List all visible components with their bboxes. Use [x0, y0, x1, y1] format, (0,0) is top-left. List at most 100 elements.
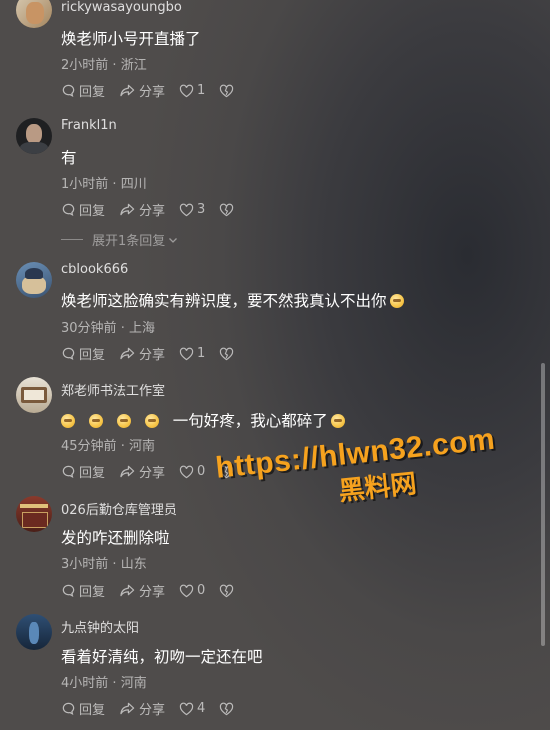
comment-time: 1小时前 [61, 177, 109, 192]
comment-time: 45分钟前 [61, 439, 117, 454]
share-button[interactable]: 分享 [119, 200, 165, 219]
comment-text: 有 [61, 149, 77, 167]
reply-icon [62, 584, 75, 598]
username[interactable]: Frankl1n [61, 118, 117, 133]
comment-location: 四川 [120, 177, 147, 192]
comment-location: 山东 [120, 557, 147, 572]
meta-separator: · [112, 676, 117, 691]
comment-time: 3小时前 [61, 557, 109, 572]
avatar[interactable] [16, 377, 52, 413]
reply-label: 回复 [79, 85, 106, 100]
like-count: 0 [197, 583, 206, 598]
heart-icon [179, 203, 194, 216]
meta-separator: · [120, 321, 125, 336]
username[interactable]: 九点钟的太阳 [61, 617, 139, 636]
comment-meta: 45分钟前 · 河南 [61, 435, 155, 454]
avatar[interactable] [16, 496, 52, 532]
share-button[interactable]: 分享 [119, 462, 165, 481]
reply-button[interactable]: 回复 [61, 200, 105, 219]
comment-text-content: 焕老师这脸确实有辨识度，要不然我真认不出你 [61, 292, 387, 310]
share-label: 分享 [139, 85, 166, 100]
reply-button[interactable]: 回复 [61, 81, 105, 100]
avatar[interactable] [16, 0, 52, 28]
comment-actions: 回复 分享 3 [61, 200, 251, 219]
scrollbar[interactable] [541, 363, 545, 646]
username[interactable]: 026后勤仓库管理员 [61, 499, 177, 518]
heart-icon [179, 584, 194, 597]
share-label: 分享 [139, 204, 166, 219]
meta-separator: · [112, 177, 117, 192]
like-button[interactable]: 1 [179, 83, 205, 98]
comment-text: 看着好清纯，初吻一定还在吧 [61, 648, 263, 666]
reply-label: 回复 [79, 204, 106, 219]
heart-icon [179, 702, 194, 715]
like-count: 3 [197, 202, 206, 217]
broken-heart-icon [220, 584, 234, 597]
dislike-button[interactable] [219, 702, 237, 716]
reply-button[interactable]: 回复 [61, 581, 105, 600]
heart-icon [179, 465, 194, 478]
reply-icon [62, 465, 75, 479]
comment-meta: 2小时前 · 浙江 [61, 54, 147, 73]
expand-replies-button[interactable]: 展开1条回复 [61, 230, 179, 249]
heart-icon [179, 347, 194, 360]
share-button[interactable]: 分享 [119, 581, 165, 600]
share-icon [120, 465, 135, 478]
crying-emoji-icon [330, 414, 345, 428]
share-label: 分享 [139, 703, 166, 718]
heart-icon [179, 84, 194, 97]
reply-label: 回复 [79, 585, 106, 600]
comment-time: 4小时前 [61, 676, 109, 691]
like-button[interactable]: 0 [179, 583, 205, 598]
like-count: 1 [197, 83, 206, 98]
comment-location: 河南 [120, 676, 147, 691]
broken-heart-icon [220, 347, 234, 360]
share-icon [120, 84, 135, 97]
pleading-emoji-icon [88, 414, 103, 428]
like-button[interactable]: 4 [179, 701, 205, 716]
meta-separator: · [112, 557, 117, 572]
reply-button[interactable]: 回复 [61, 344, 105, 363]
share-button[interactable]: 分享 [119, 81, 165, 100]
share-icon [120, 584, 135, 597]
reply-label: 回复 [79, 348, 106, 363]
chevron-down-icon [169, 237, 178, 243]
reply-icon [62, 84, 75, 98]
pleading-emoji-icon [144, 414, 159, 428]
username[interactable]: cblook666 [61, 262, 128, 277]
avatar[interactable] [16, 614, 52, 650]
share-icon [120, 702, 135, 715]
dislike-button[interactable] [219, 84, 237, 98]
comment-time: 30分钟前 [61, 321, 117, 336]
comment-meta: 1小时前 · 四川 [61, 173, 147, 192]
smile-emoji-icon [389, 294, 404, 308]
like-button[interactable]: 0 [179, 464, 205, 479]
comment-location: 河南 [128, 439, 155, 454]
username[interactable]: rickywasayoungbo [61, 0, 182, 15]
reply-button[interactable]: 回复 [61, 462, 105, 481]
share-button[interactable]: 分享 [119, 344, 165, 363]
reply-icon [62, 203, 75, 217]
comment-text-content: 一句好疼，我心都碎了 [172, 412, 328, 430]
like-count: 1 [197, 346, 206, 361]
share-button[interactable]: 分享 [119, 699, 165, 718]
like-button[interactable]: 1 [179, 346, 205, 361]
comment-location: 浙江 [120, 58, 147, 73]
comment-text: 发的咋还删除啦 [61, 529, 170, 547]
comment-meta: 3小时前 · 山东 [61, 553, 147, 572]
avatar[interactable] [16, 118, 52, 154]
expand-replies-label: 展开1条回复 [92, 234, 166, 249]
avatar[interactable] [16, 262, 52, 298]
broken-heart-icon [220, 203, 234, 216]
username[interactable]: 郑老师书法工作室 [61, 380, 165, 399]
share-label: 分享 [139, 348, 166, 363]
dislike-button[interactable] [219, 584, 237, 598]
dislike-button[interactable] [219, 203, 237, 217]
meta-separator: · [120, 439, 125, 454]
like-button[interactable]: 3 [179, 202, 205, 217]
reply-button[interactable]: 回复 [61, 699, 105, 718]
share-icon [120, 347, 135, 360]
dislike-button[interactable] [219, 347, 237, 361]
comment-time: 2小时前 [61, 58, 109, 73]
broken-heart-icon [220, 702, 234, 715]
